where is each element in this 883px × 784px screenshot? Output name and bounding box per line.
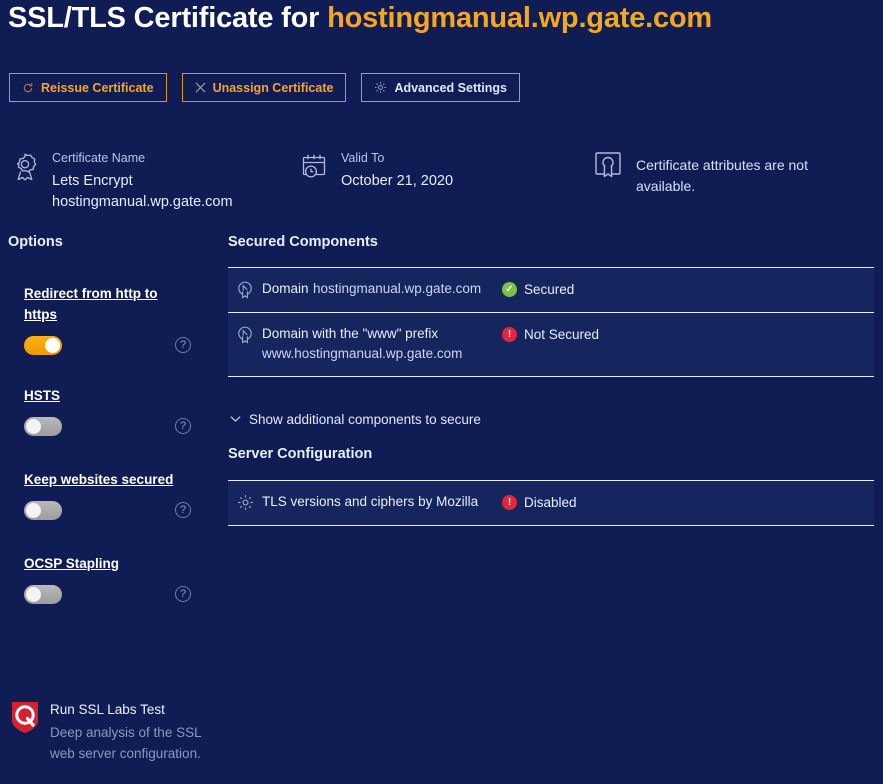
secured-components-list: Domain hostingmanual.wp.gate.com ✓ Secur…	[228, 267, 874, 377]
status-label: Disabled	[524, 493, 577, 513]
page-title-domain: hostingmanual.wp.gate.com	[327, 2, 712, 34]
certificate-attributes-block: Certificate attributes are not available…	[592, 148, 851, 197]
certificate-seal-icon	[228, 324, 262, 364]
page-title: SSL/TLS Certificate for hostingmanual.wp…	[8, 2, 712, 35]
options-heading: Options	[8, 234, 63, 250]
gear-icon	[228, 492, 262, 513]
component-domain: www.hostingmanual.wp.gate.com	[262, 346, 462, 361]
valid-to-block: Valid To October 21, 2020	[299, 150, 453, 192]
certificate-name-value: Lets Encrypt	[52, 171, 233, 192]
secured-components-heading: Secured Components	[228, 234, 378, 250]
status-badge: ✓ Secured	[502, 279, 574, 300]
toggle-knob	[45, 338, 60, 353]
option-label-keep-websites-secured[interactable]: Keep websites secured	[24, 469, 173, 490]
valid-to-value: October 21, 2020	[341, 171, 453, 192]
toggle-redirect-http-to-https[interactable]	[24, 336, 62, 355]
advanced-settings-label: Advanced Settings	[394, 81, 507, 95]
chevron-down-icon	[230, 410, 241, 428]
table-row[interactable]: Domain with the "www" prefix www.hosting…	[228, 312, 874, 377]
gear-icon	[374, 81, 387, 94]
reissue-certificate-label: Reissue Certificate	[41, 81, 154, 95]
server-configuration-heading: Server Configuration	[228, 446, 372, 462]
reissue-certificate-button[interactable]: Reissue Certificate	[9, 73, 167, 102]
status-badge: ! Disabled	[502, 492, 577, 513]
toolbar: Reissue Certificate Unassign Certificate…	[9, 73, 520, 102]
page-title-prefix: SSL/TLS Certificate for	[8, 2, 327, 34]
advanced-settings-button[interactable]: Advanced Settings	[361, 73, 520, 102]
qualys-ssl-labs-logo	[10, 700, 40, 764]
toggle-knob	[26, 587, 41, 602]
table-row[interactable]: TLS versions and ciphers by Mozilla ! Di…	[228, 480, 874, 526]
component-name: Domain with the "www" prefix	[262, 326, 438, 341]
help-icon-redirect[interactable]: ?	[175, 337, 191, 353]
certificate-info-strip: Certificate Name Lets Encrypt hostingman…	[0, 145, 883, 225]
option-label-ocsp-stapling[interactable]: OCSP Stapling	[24, 553, 119, 574]
option-label-redirect[interactable]: Redirect from http to https	[24, 283, 184, 325]
status-badge: ! Not Secured	[502, 324, 599, 364]
alert-circle-icon: !	[502, 327, 517, 342]
option-label-hsts[interactable]: HSTS	[24, 385, 60, 406]
ssl-labs-description: Deep analysis of the SSL web server conf…	[50, 722, 210, 764]
award-rosette-icon	[10, 152, 40, 189]
check-circle-icon: ✓	[502, 282, 517, 297]
component-name: Domain	[262, 281, 309, 296]
ssl-labs-title[interactable]: Run SSL Labs Test	[50, 700, 210, 720]
show-additional-components-link[interactable]: Show additional components to secure	[230, 410, 481, 428]
certificate-name-block: Certificate Name Lets Encrypt hostingman…	[10, 150, 233, 213]
options-column: Redirect from http to https ? HSTS ? Kee…	[24, 283, 214, 637]
toggle-hsts[interactable]	[24, 417, 62, 436]
help-icon-hsts[interactable]: ?	[175, 418, 191, 434]
status-label: Secured	[524, 280, 574, 300]
certificate-document-icon	[592, 150, 624, 189]
certificate-seal-icon	[228, 279, 262, 300]
option-ocsp-stapling: OCSP Stapling ?	[24, 553, 214, 604]
certificate-name-label: Certificate Name	[52, 150, 233, 167]
alert-circle-icon: !	[502, 495, 517, 510]
toggle-knob	[26, 419, 41, 434]
calendar-clock-icon	[299, 152, 329, 187]
help-icon-ocsp-stapling[interactable]: ?	[175, 586, 191, 602]
valid-to-label: Valid To	[341, 150, 453, 167]
component-name: TLS versions and ciphers by Mozilla	[262, 494, 478, 509]
server-configuration-list: TLS versions and ciphers by Mozilla ! Di…	[228, 480, 874, 526]
toggle-ocsp-stapling[interactable]	[24, 585, 62, 604]
help-icon-keep-websites-secured[interactable]: ?	[175, 502, 191, 518]
ssl-labs-block[interactable]: Run SSL Labs Test Deep analysis of the S…	[10, 700, 225, 764]
status-label: Not Secured	[524, 325, 599, 345]
table-row[interactable]: Domain hostingmanual.wp.gate.com ✓ Secur…	[228, 267, 874, 312]
option-hsts: HSTS ?	[24, 385, 214, 436]
component-domain: hostingmanual.wp.gate.com	[313, 281, 481, 296]
refresh-icon	[22, 82, 34, 94]
show-additional-components-label: Show additional components to secure	[249, 412, 481, 427]
unassign-certificate-label: Unassign Certificate	[213, 81, 334, 95]
close-x-icon	[195, 82, 206, 93]
certificate-attributes-note: Certificate attributes are not available…	[636, 148, 851, 197]
option-redirect-http-to-https: Redirect from http to https ?	[24, 283, 214, 355]
toggle-knob	[26, 503, 41, 518]
unassign-certificate-button[interactable]: Unassign Certificate	[182, 73, 347, 102]
certificate-name-domain: hostingmanual.wp.gate.com	[52, 192, 233, 213]
option-keep-websites-secured: Keep websites secured ?	[24, 469, 214, 520]
toggle-keep-websites-secured[interactable]	[24, 501, 62, 520]
